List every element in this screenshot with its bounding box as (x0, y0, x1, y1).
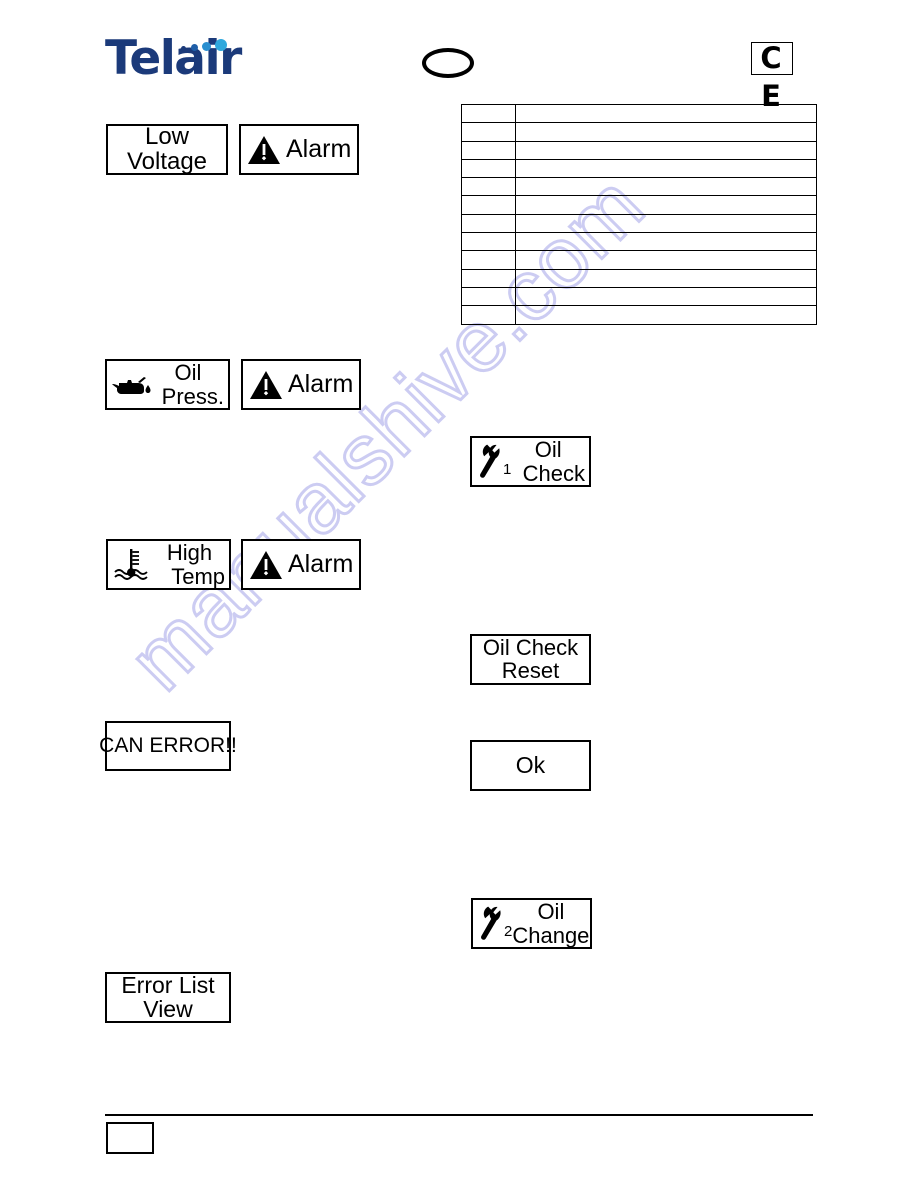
table-cell-code (461, 103, 516, 124)
table-row (461, 195, 817, 215)
telair-logo: Telair (105, 33, 255, 91)
table-row (461, 103, 817, 124)
table-cell-code (461, 213, 516, 234)
lcd-box-can-error: CAN ERROR!! (99, 721, 237, 771)
lcd-box-low-voltage: Low Voltage (106, 124, 228, 175)
table-row (461, 158, 817, 179)
table-cell-code (461, 122, 516, 142)
lcd-box-oil-change: 2 Oil Change (471, 898, 592, 949)
table-row (461, 286, 817, 307)
footer-divider (105, 1114, 813, 1116)
oil-change-line-1: Oil (537, 899, 565, 925)
oil-pressure-lines: Oil Press. (152, 361, 228, 407)
table-cell-desc (515, 158, 817, 179)
lcd-box-high-temperature: High Temp (106, 539, 231, 590)
spec-table (461, 103, 817, 325)
logo-dot-1-icon (181, 46, 186, 51)
ok-lines: Ok (515, 751, 546, 778)
oil-check-reset-lines: Oil Check Reset (482, 635, 579, 683)
thermometer-water-icon (112, 545, 154, 585)
error-list-line-2: View (143, 995, 193, 1022)
lcd-box-oil-check-reset: Oil Check Reset (470, 634, 591, 685)
oil-change-lines: Oil Change (512, 900, 593, 946)
table-cell-desc (515, 286, 817, 307)
alarm-label: Alarm (288, 550, 354, 578)
low-voltage-lines: Low Voltage (126, 123, 208, 175)
table-cell-desc (515, 103, 817, 124)
warning-triangle-icon (249, 370, 283, 400)
can-error-text: CAN ERROR!! (99, 734, 237, 758)
lcd-box-alarm-high-temperature: Alarm (241, 539, 361, 590)
table-cell-code (461, 177, 516, 197)
page-content: Telair C E Low Voltage Alarm Oil Press. … (0, 0, 918, 1188)
warning-triangle-icon (249, 550, 283, 580)
oil-pressure-line-1: Oil (174, 360, 202, 386)
error-list-line-1: Error List (121, 972, 215, 999)
oil-check-icon-group: 1 (476, 444, 511, 480)
error-list-lines: Error List View (121, 972, 215, 1022)
oil-check-reset-line-2: Reset (501, 657, 560, 683)
table-cell-desc (515, 232, 817, 252)
high-temp-lines: High Temp (154, 541, 229, 587)
low-voltage-line-1: Low (144, 123, 189, 151)
oil-check-reset-line-1: Oil Check (482, 635, 579, 661)
low-voltage-line-2: Voltage (126, 147, 208, 175)
table-row (461, 268, 817, 288)
lcd-box-oil-pressure: Oil Press. (105, 359, 230, 410)
lcd-box-alarm-low-voltage: Alarm (239, 124, 359, 175)
table-cell-desc (515, 122, 817, 142)
oil-change-line-2: Change (512, 922, 590, 948)
oil-check-line-2: Check (522, 460, 585, 486)
table-cell-desc (515, 140, 817, 160)
table-cell-code (461, 250, 516, 270)
lcd-box-oil-check: 1 Oil Check (470, 436, 591, 487)
wrench-icon (476, 444, 502, 480)
ce-mark: C E (751, 41, 793, 113)
table-cell-desc (515, 305, 817, 325)
oil-change-icon-group: 2 (477, 906, 512, 942)
oil-can-icon (111, 371, 152, 399)
ellipse-outline-icon (422, 48, 474, 78)
lcd-box-ok: Ok (470, 740, 591, 791)
logo-dot-4-icon (215, 39, 227, 51)
alarm-label: Alarm (288, 370, 354, 398)
ok-label: Ok (515, 751, 546, 778)
table-cell-code (461, 195, 516, 215)
footer-page-box (106, 1122, 154, 1154)
table-cell-desc (515, 195, 817, 215)
table-cell-code (461, 286, 516, 307)
table-row (461, 232, 817, 252)
table-cell-desc (515, 177, 817, 197)
table-row (461, 305, 817, 325)
table-cell-code (461, 232, 516, 252)
oil-pressure-line-2: Press. (161, 383, 224, 409)
oil-check-lines: Oil Check (511, 438, 589, 484)
table-row (461, 122, 817, 142)
table-cell-code (461, 268, 516, 288)
logo-dot-2-icon (191, 44, 198, 51)
high-temp-line-2: Temp (171, 563, 225, 589)
lcd-box-error-list-view: Error List View (105, 972, 231, 1023)
warning-triangle-icon (247, 135, 281, 165)
table-row (461, 213, 817, 234)
can-error-lines: CAN ERROR!! (99, 734, 237, 758)
logo-dot-3-icon (202, 42, 211, 51)
table-row (461, 177, 817, 197)
table-cell-desc (515, 268, 817, 288)
table-row (461, 140, 817, 160)
oil-check-line-1: Oil (534, 437, 562, 463)
table-row (461, 250, 817, 270)
table-cell-desc (515, 250, 817, 270)
spec-table-body (461, 103, 817, 325)
table-cell-code (461, 305, 516, 325)
lcd-box-alarm-oil-pressure: Alarm (241, 359, 361, 410)
table-cell-code (461, 158, 516, 179)
wrench-icon (477, 906, 503, 942)
alarm-label: Alarm (286, 135, 352, 163)
oil-change-number: 2 (504, 922, 513, 940)
high-temp-line-1: High (166, 540, 213, 566)
table-cell-code (461, 140, 516, 160)
table-cell-desc (515, 213, 817, 234)
oil-check-number: 1 (503, 460, 512, 478)
